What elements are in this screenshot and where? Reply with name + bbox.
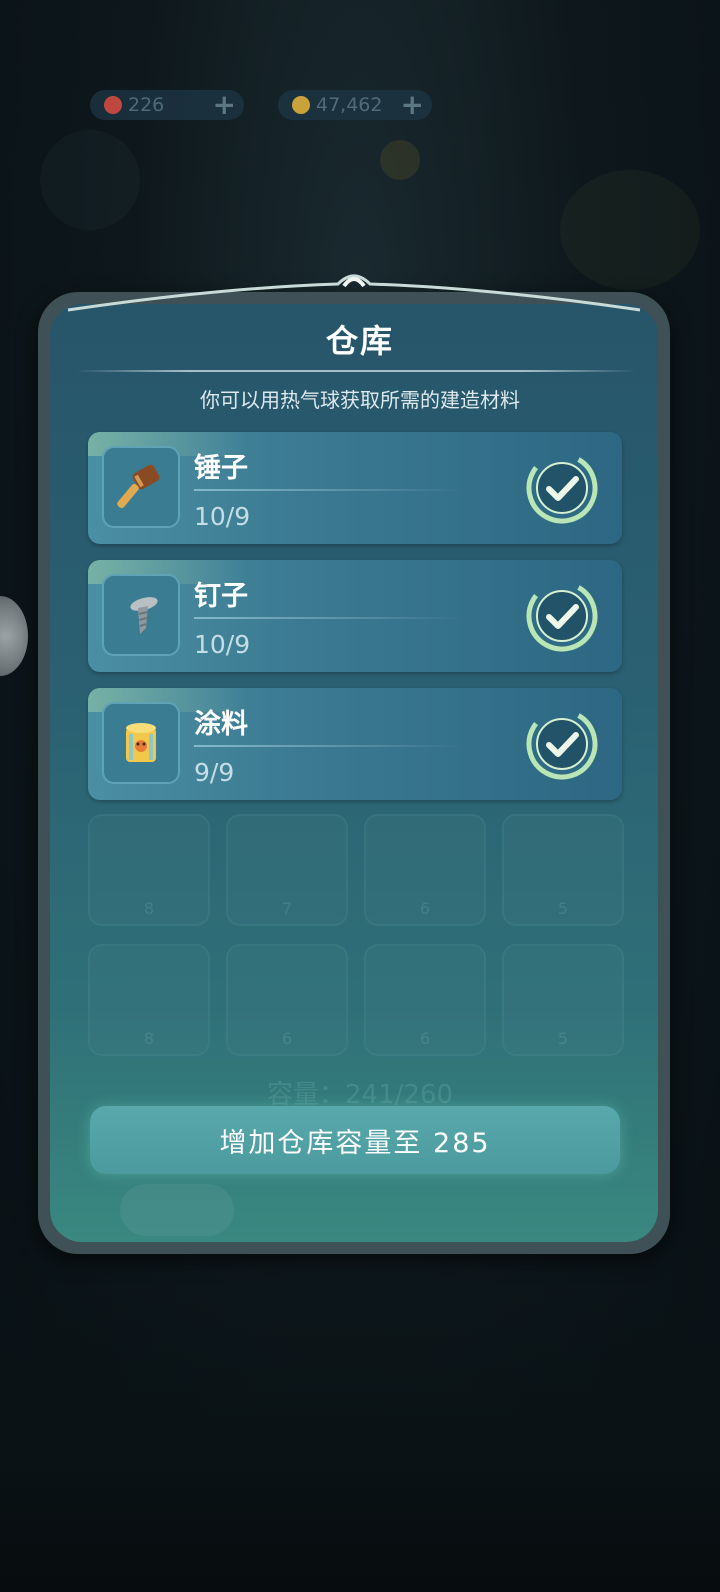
gem-counter[interactable]: 226 + bbox=[90, 90, 244, 120]
game-screen: 226 + 47,462 + 8 7 6 5 8 6 6 5 仓库 你可以用热气… bbox=[0, 0, 720, 1592]
inventory-slot: 8 bbox=[88, 814, 210, 926]
coin-value: 47,462 bbox=[316, 94, 383, 116]
paint-bucket-icon bbox=[126, 723, 156, 762]
checkmark-icon bbox=[526, 580, 598, 652]
item-divider bbox=[194, 489, 464, 491]
item-icon-frame bbox=[102, 446, 180, 528]
checkmark-icon bbox=[526, 708, 598, 780]
item-icon-frame bbox=[102, 574, 180, 656]
inventory-slot: 6 bbox=[364, 814, 486, 926]
checkmark-icon bbox=[526, 452, 598, 524]
panel-title: 仓库 bbox=[325, 322, 394, 360]
list-item[interactable]: 钉子 10/9 bbox=[88, 560, 622, 672]
inventory-slot: 6 bbox=[364, 944, 486, 1056]
item-name: 钉子 bbox=[194, 581, 248, 612]
item-divider bbox=[194, 745, 464, 747]
add-coins-button[interactable]: + bbox=[401, 90, 424, 120]
item-name: 涂料 bbox=[194, 709, 248, 740]
inventory-slot: 6 bbox=[226, 944, 348, 1056]
item-count: 10/9 bbox=[194, 502, 251, 531]
inventory-slot: 5 bbox=[502, 814, 624, 926]
list-item[interactable]: 锤子 10/9 bbox=[88, 432, 622, 544]
coin-icon bbox=[292, 96, 310, 114]
inventory-slot: 8 bbox=[88, 944, 210, 1056]
background-decoration bbox=[380, 140, 420, 180]
inventory-slot: 7 bbox=[226, 814, 348, 926]
item-icon-frame bbox=[102, 702, 180, 784]
hammer-icon bbox=[117, 464, 160, 509]
item-count: 9/9 bbox=[194, 758, 235, 787]
inventory-slot: 5 bbox=[502, 944, 624, 1056]
item-divider bbox=[194, 617, 464, 619]
panel-subtitle: 你可以用热气球获取所需的建造材料 bbox=[200, 388, 520, 412]
gem-value: 226 bbox=[128, 94, 165, 116]
title-divider bbox=[76, 370, 636, 372]
increase-capacity-button[interactable]: 增加仓库容量至 285 bbox=[90, 1106, 620, 1174]
background-decoration bbox=[40, 130, 140, 230]
side-drawer-handle[interactable] bbox=[0, 596, 28, 676]
nail-icon bbox=[130, 597, 158, 634]
coin-counter[interactable]: 47,462 + bbox=[278, 90, 432, 120]
gem-icon bbox=[104, 96, 122, 114]
background-scene bbox=[0, 1260, 720, 1592]
item-count: 10/9 bbox=[194, 630, 251, 659]
list-item[interactable]: 涂料 9/9 bbox=[88, 688, 622, 800]
item-name: 锤子 bbox=[194, 453, 248, 484]
tab-switcher[interactable] bbox=[120, 1184, 234, 1236]
add-gems-button[interactable]: + bbox=[213, 90, 236, 120]
